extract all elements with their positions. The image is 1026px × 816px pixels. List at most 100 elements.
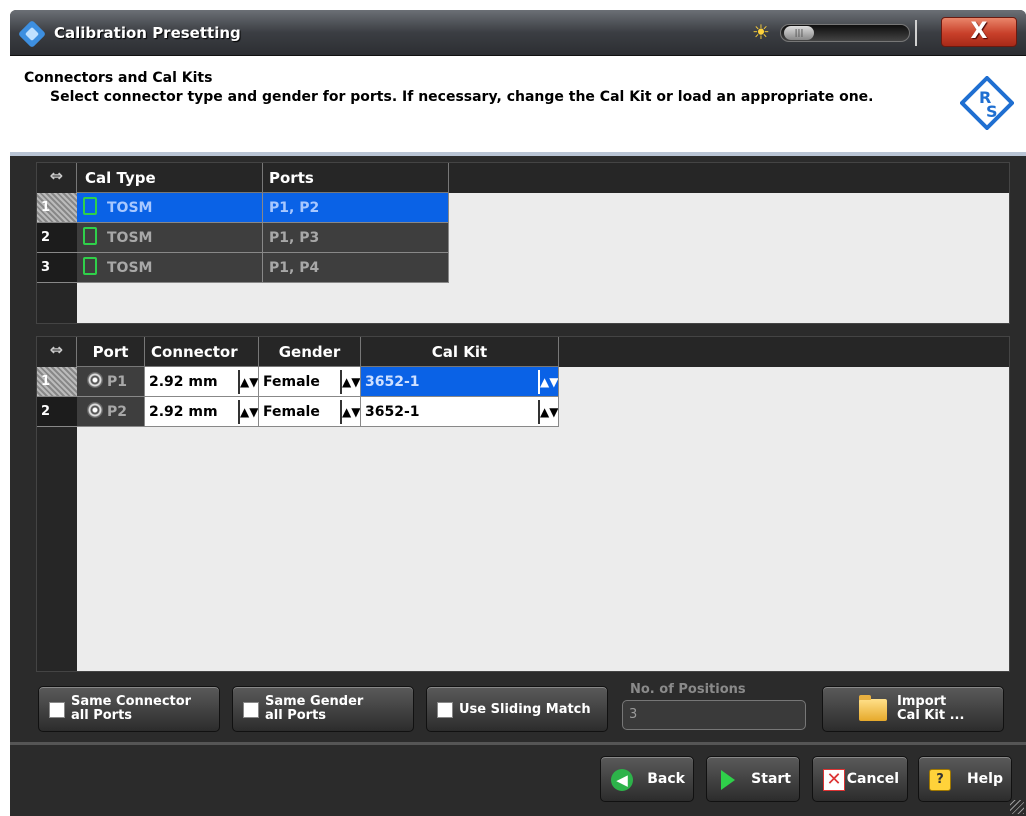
ports-cell[interactable]: P1, P2	[263, 193, 449, 223]
col-header-gender[interactable]: Gender	[259, 337, 361, 367]
cal-type-cell[interactable]: TOSM	[77, 223, 263, 253]
cal-type-label: TOSM	[107, 260, 153, 276]
start-label: Start	[751, 771, 791, 787]
row-number[interactable]: 2	[37, 223, 77, 253]
connector-value: 2.92 mm	[149, 404, 218, 420]
spinner-arrows-icon[interactable]: ▲▼	[238, 370, 258, 394]
gender-value: Female	[263, 404, 320, 420]
cal-kit-select[interactable]: 3652-1 ▲▼	[361, 367, 559, 397]
connector-value: 2.92 mm	[149, 374, 218, 390]
gender-select[interactable]: Female ▲▼	[259, 367, 361, 397]
resize-columns-icon[interactable]: ⇔	[37, 337, 77, 367]
connector-select[interactable]: 2.92 mm ▲▼	[145, 367, 259, 397]
col-header-cal-type[interactable]: Cal Type	[77, 163, 263, 193]
cal-kit-value: 3652-1	[365, 374, 420, 390]
same-gender-all-ports-toggle[interactable]: Same Gender all Ports	[232, 686, 414, 732]
col-header-connector[interactable]: Connector	[145, 337, 259, 367]
row-number[interactable]: 1	[37, 367, 77, 397]
spinner-arrows-icon[interactable]: ▲▼	[238, 400, 258, 424]
same-gender-line1: Same Gender	[265, 694, 364, 709]
row-number[interactable]: 2	[37, 397, 77, 427]
resize-grip-icon[interactable]	[1010, 800, 1024, 814]
cal-kit-select[interactable]: 3652-1 ▲▼	[361, 397, 559, 427]
start-arrow-icon	[721, 770, 735, 790]
same-connector-line1: Same Connector	[71, 694, 192, 709]
ports-cell[interactable]: P1, P3	[263, 223, 449, 253]
title-separator	[915, 20, 917, 46]
folder-icon	[859, 695, 887, 721]
spinner-arrows-icon[interactable]: ▲▼	[538, 400, 558, 424]
cancel-x-icon: ✕	[823, 769, 845, 791]
help-button[interactable]: ? Help	[918, 756, 1012, 802]
port-cell: P2	[77, 397, 145, 427]
help-label: Help	[966, 771, 1003, 787]
port-connector-table: ⇔ Port Connector Gender Cal Kit 1 P1 2.9…	[36, 336, 1010, 672]
import-cal-kit-button[interactable]: Import Cal Kit ...	[822, 686, 1004, 732]
cal-type-label: TOSM	[107, 200, 153, 216]
use-sliding-match-toggle[interactable]: Use Sliding Match	[426, 686, 608, 732]
same-connector-label: Same Connector all Ports	[71, 695, 191, 723]
spinner-arrows-icon[interactable]: ▲▼	[340, 400, 360, 424]
same-gender-checkbox[interactable]	[243, 702, 259, 718]
col-header-cal-kit[interactable]: Cal Kit	[361, 337, 559, 367]
rohde-schwarz-logo-icon: R S	[960, 76, 1014, 130]
tosm-icon	[83, 227, 97, 245]
page-description: Select connector type and gender for por…	[50, 89, 874, 105]
spinner-arrows-icon[interactable]: ▲▼	[340, 370, 360, 394]
cal-kit-value: 3652-1	[365, 404, 420, 420]
same-gender-label: Same Gender all Ports	[265, 695, 363, 723]
port-connector-icon	[87, 402, 103, 418]
back-button[interactable]: ◀ Back	[600, 756, 694, 802]
back-label: Back	[647, 771, 685, 787]
title-bar: Calibration Presetting ☀ ||| X	[10, 10, 1026, 56]
no-of-positions-label: No. of Positions	[630, 682, 746, 697]
port-table-header: ⇔ Port Connector Gender Cal Kit	[37, 337, 1009, 367]
cal-type-table-header: ⇔ Cal Type Ports	[37, 163, 1009, 193]
cal-type-cell[interactable]: TOSM	[77, 253, 263, 283]
app-logo-icon	[17, 19, 47, 49]
ports-cell[interactable]: P1, P4	[263, 253, 449, 283]
page-title: Connectors and Cal Kits	[24, 70, 213, 86]
tosm-icon	[83, 257, 97, 275]
import-line2: Cal Kit ...	[897, 708, 965, 723]
row-number[interactable]: 1	[37, 193, 77, 223]
slider-thumb[interactable]: |||	[784, 26, 814, 40]
port-cell: P1	[77, 367, 145, 397]
use-sliding-match-checkbox[interactable]	[437, 702, 453, 718]
start-button[interactable]: Start	[706, 756, 800, 802]
row-number[interactable]: 3	[37, 253, 77, 283]
wizard-header: Connectors and Cal Kits Select connector…	[10, 56, 1026, 156]
gender-select[interactable]: Female ▲▼	[259, 397, 361, 427]
calibration-presetting-window: Calibration Presetting ☀ ||| X Connector…	[10, 10, 1026, 816]
port-connector-icon	[87, 372, 103, 388]
window-title: Calibration Presetting	[54, 24, 241, 42]
connector-select[interactable]: 2.92 mm ▲▼	[145, 397, 259, 427]
use-sliding-match-label: Use Sliding Match	[459, 702, 591, 717]
same-gender-line2: all Ports	[265, 708, 327, 723]
cancel-label: Cancel	[846, 771, 899, 787]
same-connector-checkbox[interactable]	[49, 702, 65, 718]
resize-columns-icon[interactable]: ⇔	[37, 163, 77, 193]
import-cal-kit-label: Import Cal Kit ...	[897, 695, 964, 723]
same-connector-all-ports-toggle[interactable]: Same Connector all Ports	[38, 686, 220, 732]
col-header-port[interactable]: Port	[77, 337, 145, 367]
svg-text:S: S	[986, 102, 998, 121]
cal-type-label: TOSM	[107, 230, 153, 246]
spinner-arrows-icon[interactable]: ▲▼	[538, 370, 558, 394]
close-button[interactable]: X	[941, 17, 1017, 47]
transparency-slider[interactable]: |||	[780, 24, 910, 42]
back-arrow-icon: ◀	[611, 769, 633, 791]
gender-value: Female	[263, 374, 320, 390]
port-label: P1	[107, 374, 128, 390]
col-header-ports[interactable]: Ports	[263, 163, 449, 193]
help-question-icon: ?	[929, 769, 951, 791]
import-line1: Import	[897, 694, 947, 709]
port-label: P2	[107, 404, 128, 420]
cancel-button[interactable]: ✕ Cancel	[812, 756, 908, 802]
cal-type-cell[interactable]: TOSM	[77, 193, 263, 223]
same-connector-line2: all Ports	[71, 708, 133, 723]
tosm-icon	[83, 197, 97, 215]
brightness-sun-icon: ☀	[752, 20, 770, 44]
no-of-positions-input[interactable]: 3	[622, 700, 806, 730]
cal-type-table: ⇔ Cal Type Ports 1 TOSM P1, P2 2 TOSM P1…	[36, 162, 1010, 324]
